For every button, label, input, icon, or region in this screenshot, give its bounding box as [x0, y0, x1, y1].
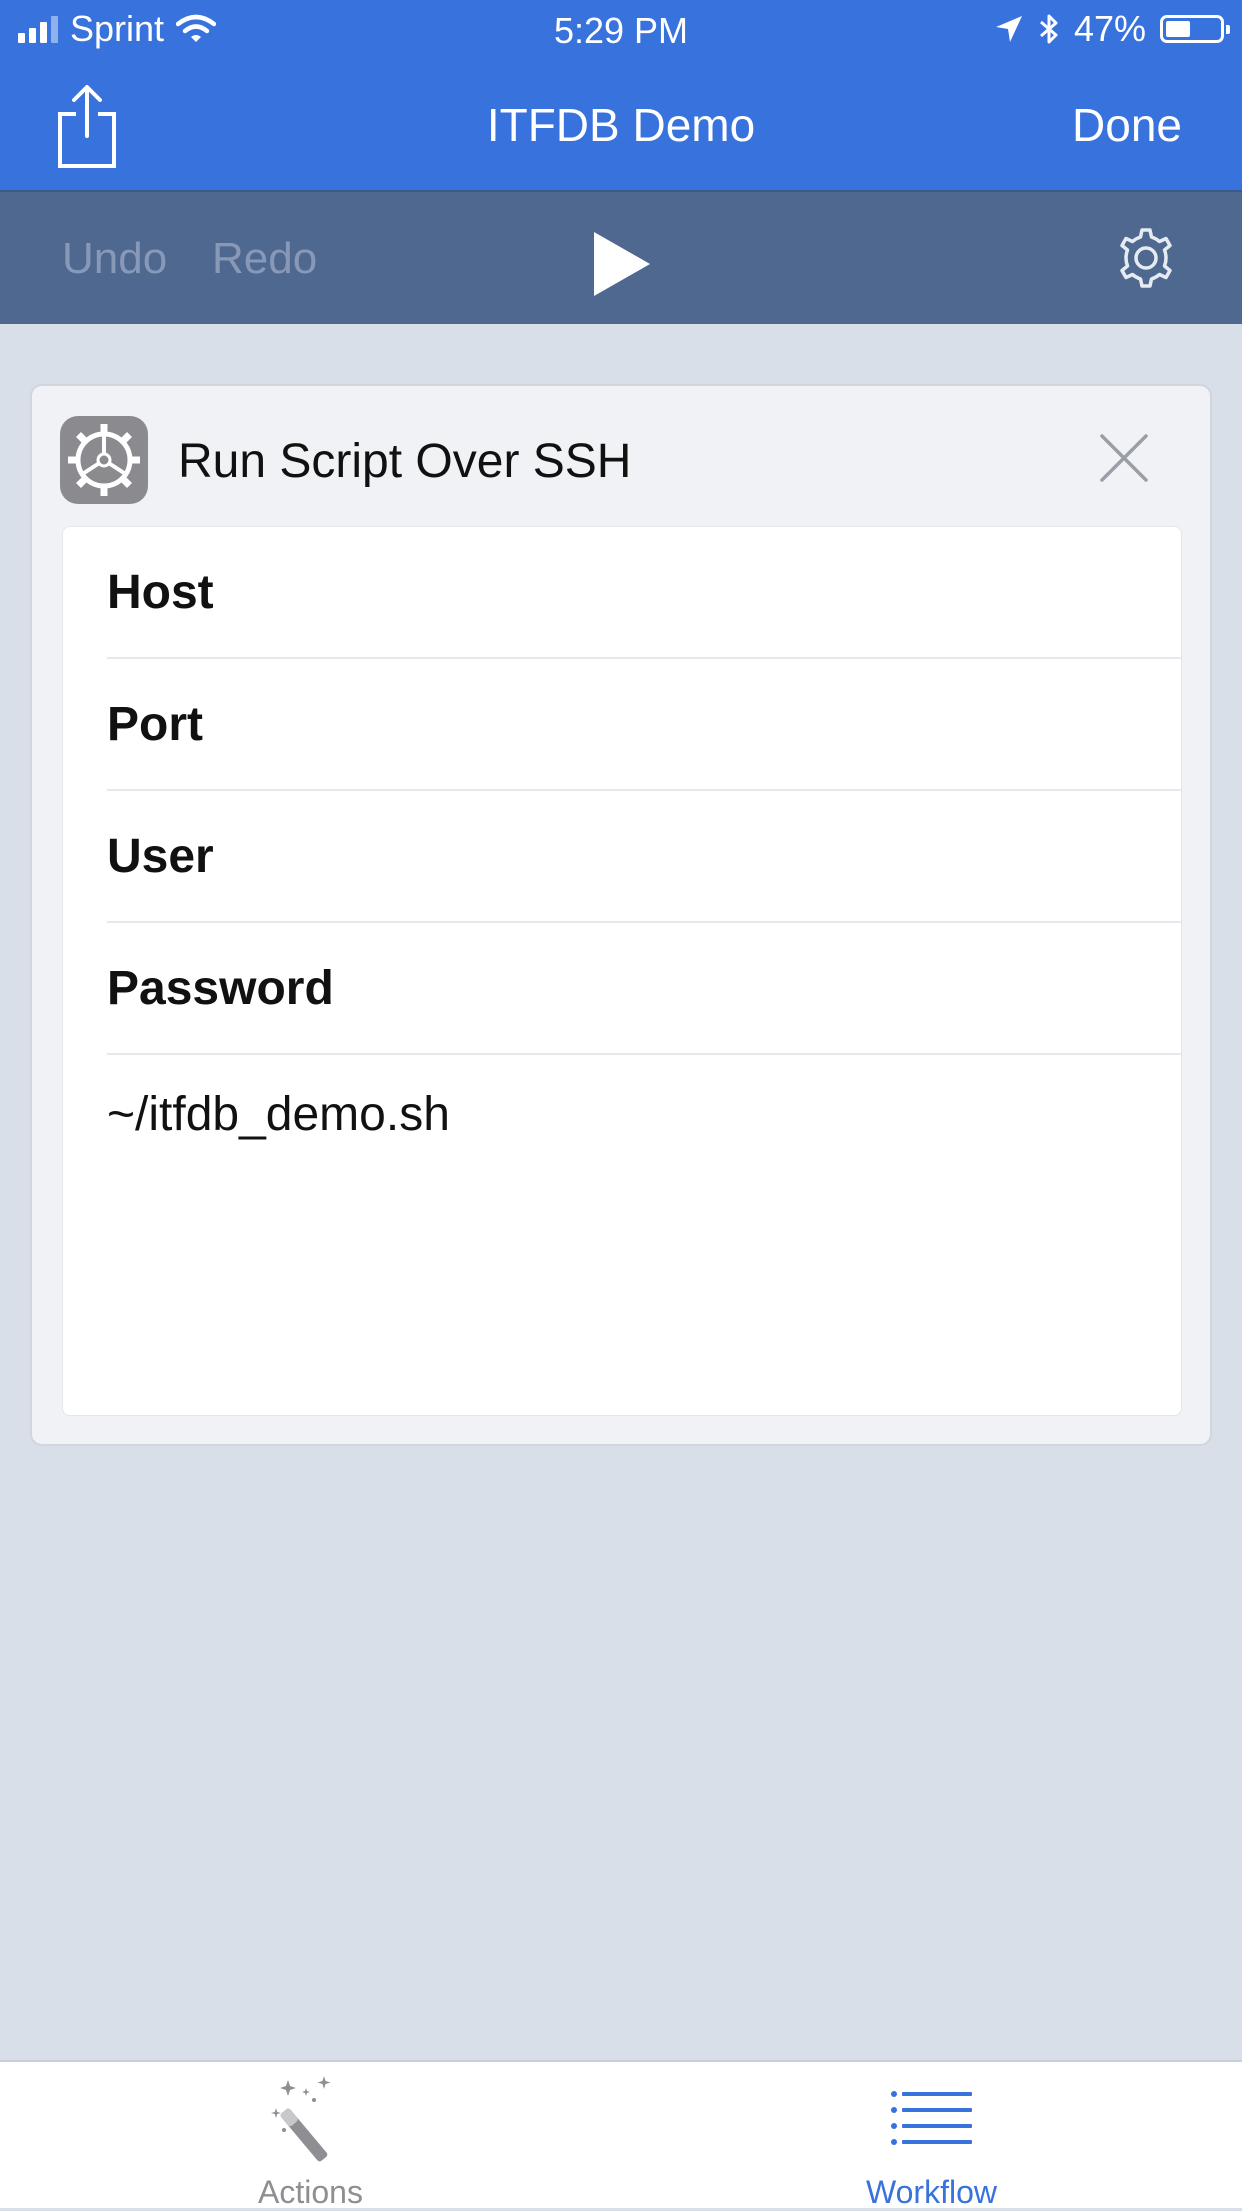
action-card-run-script-over-ssh: Run Script Over SSH Host Port User Passw… — [30, 384, 1212, 1446]
action-title: Run Script Over SSH — [178, 435, 632, 488]
done-button[interactable]: Done — [1072, 98, 1182, 152]
battery-level — [1166, 21, 1190, 37]
host-field[interactable]: Host — [107, 527, 1181, 659]
location-arrow-icon — [995, 16, 1022, 42]
play-icon — [594, 232, 650, 296]
battery-percent: 47% — [1073, 8, 1146, 49]
port-label: Port — [107, 698, 203, 751]
run-button[interactable] — [588, 228, 658, 300]
list-icon — [890, 2091, 972, 2145]
password-field[interactable]: Password — [107, 923, 1181, 1055]
workflow-settings-button[interactable] — [1112, 224, 1180, 292]
tab-actions[interactable]: Actions — [0, 2062, 621, 2210]
action-icon — [60, 416, 148, 504]
status-right: 47% — [994, 8, 1230, 50]
action-parameters: Host Port User Password ~/itfdb_demo.sh — [62, 526, 1182, 1416]
password-label: Password — [107, 962, 334, 1015]
remove-action-button[interactable] — [1098, 432, 1150, 484]
tab-workflow[interactable]: Workflow — [621, 2062, 1242, 2210]
battery-icon — [1160, 15, 1230, 43]
status-bar: Sprint 5:29 PM 47% — [0, 0, 1242, 62]
bluetooth-icon — [1039, 14, 1058, 44]
tab-actions-label: Actions — [258, 2174, 363, 2210]
tab-workflow-label: Workflow — [866, 2174, 997, 2210]
user-field[interactable]: User — [107, 791, 1181, 923]
gear-icon — [1120, 228, 1172, 288]
tab-bar: Actions Workflow — [0, 2060, 1242, 2210]
magic-wand-icon — [270, 2076, 330, 2162]
host-label: Host — [107, 566, 214, 619]
settings-gear-icon — [68, 424, 140, 496]
close-icon — [1100, 434, 1148, 482]
redo-button[interactable]: Redo — [212, 234, 317, 284]
user-label: User — [107, 830, 214, 883]
navigation-bar: ITFDB Demo Done — [0, 62, 1242, 190]
editor-toolbar: Undo Redo — [0, 190, 1242, 324]
port-field[interactable]: Port — [107, 659, 1181, 791]
script-editor[interactable]: ~/itfdb_demo.sh — [107, 1087, 450, 1142]
undo-button[interactable]: Undo — [62, 234, 167, 284]
page-title: ITFDB Demo — [486, 99, 756, 151]
